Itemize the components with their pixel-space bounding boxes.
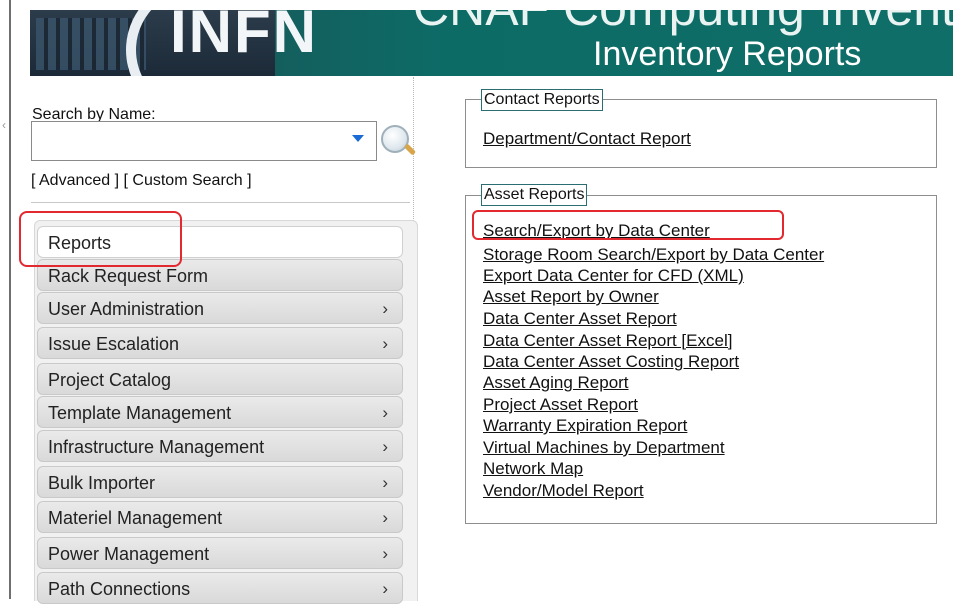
- report-link-data-center-asset-excel[interactable]: Data Center Asset Report [Excel]: [483, 331, 732, 351]
- collapse-handle-icon[interactable]: ‹: [2, 118, 6, 132]
- report-link-data-center-asset-costing[interactable]: Data Center Asset Costing Report: [483, 352, 739, 372]
- nav-item-label: Template Management: [48, 403, 232, 423]
- chevron-right-icon: ›: [382, 544, 388, 563]
- page-title: Inventory Reports: [593, 35, 862, 73]
- window-edge-divider: [9, 0, 11, 599]
- nav-item-materiel-management[interactable]: Materiel Management ›: [37, 501, 403, 533]
- report-link-export-cfd-xml[interactable]: Export Data Center for CFD (XML): [483, 266, 744, 286]
- dropdown-arrow-icon[interactable]: [352, 135, 364, 142]
- report-link-asset-aging[interactable]: Asset Aging Report: [483, 373, 629, 393]
- chevron-right-icon: ›: [382, 334, 388, 353]
- search-button[interactable]: [377, 121, 417, 161]
- report-link-department-contact[interactable]: Department/Contact Report: [483, 129, 691, 149]
- magnifier-handle: [403, 143, 417, 156]
- report-link-project-asset[interactable]: Project Asset Report: [483, 395, 638, 415]
- chevron-right-icon: ›: [382, 437, 388, 456]
- nav-item-infrastructure-management[interactable]: Infrastructure Management ›: [37, 430, 403, 462]
- nav-item-issue-escalation[interactable]: Issue Escalation ›: [37, 327, 403, 359]
- nav-item-label: User Administration: [48, 299, 205, 319]
- chevron-right-icon: ›: [382, 299, 388, 318]
- nav-item-bulk-importer[interactable]: Bulk Importer ›: [37, 466, 403, 498]
- nav-item-label: Bulk Importer: [48, 473, 156, 493]
- logo-text: INFN: [170, 10, 318, 65]
- search-options: [ Advanced ] [ Custom Search ]: [31, 172, 252, 190]
- nav-menu: Reports Rack Request Form User Administr…: [34, 220, 418, 604]
- nav-item-label: Materiel Management: [48, 508, 223, 528]
- header: INFN CNAF Computing Inventory Inventory …: [0, 0, 953, 77]
- divider: [31, 202, 410, 203]
- contact-reports-legend: Contact Reports: [481, 89, 603, 111]
- nav-item-template-management[interactable]: Template Management ›: [37, 396, 403, 428]
- highlight-box-reports: [19, 211, 182, 267]
- search-input[interactable]: [36, 128, 340, 156]
- nav-item-label: Power Management: [48, 544, 210, 564]
- sidebar: Search by Name: [ Advanced ] [ Custom Se…: [20, 77, 418, 604]
- asset-reports-legend: Asset Reports: [481, 184, 588, 206]
- nav-item-label: Issue Escalation: [48, 334, 180, 354]
- infn-logo[interactable]: INFN: [30, 10, 316, 76]
- nav-item-label: Project Catalog: [48, 370, 172, 390]
- chevron-right-icon: ›: [382, 473, 388, 492]
- report-link-virtual-machines[interactable]: Virtual Machines by Department: [483, 438, 725, 458]
- nav-item-power-management[interactable]: Power Management ›: [37, 537, 403, 569]
- custom-search-link[interactable]: [ Custom Search ]: [124, 172, 252, 189]
- app-title: CNAF Computing Inventory: [413, 10, 953, 36]
- nav-item-label: Infrastructure Management: [48, 437, 265, 457]
- chevron-right-icon: ›: [382, 403, 388, 422]
- nav-item-project-catalog[interactable]: Project Catalog: [37, 363, 403, 395]
- chevron-right-icon: ›: [382, 579, 388, 598]
- report-link-asset-by-owner[interactable]: Asset Report by Owner: [483, 287, 659, 307]
- search-combobox[interactable]: [31, 121, 377, 161]
- report-link-vendor-model[interactable]: Vendor/Model Report: [483, 481, 644, 501]
- nav-item-label: Path Connections: [48, 579, 191, 599]
- chevron-right-icon: ›: [382, 508, 388, 527]
- report-link-storage-room-search-export[interactable]: Storage Room Search/Export by Data Cente…: [483, 245, 824, 265]
- nav-item-user-administration[interactable]: User Administration ›: [37, 292, 403, 324]
- header-banner: INFN CNAF Computing Inventory Inventory …: [30, 10, 953, 76]
- highlight-box-search-export: [472, 210, 784, 240]
- nav-item-label: Rack Request Form: [48, 266, 209, 286]
- report-link-network-map[interactable]: Network Map: [483, 459, 583, 479]
- nav-item-path-connections[interactable]: Path Connections ›: [37, 572, 403, 604]
- report-link-data-center-asset[interactable]: Data Center Asset Report: [483, 309, 677, 329]
- report-link-warranty-expiration[interactable]: Warranty Expiration Report: [483, 416, 687, 436]
- advanced-search-link[interactable]: [ Advanced ]: [31, 172, 119, 189]
